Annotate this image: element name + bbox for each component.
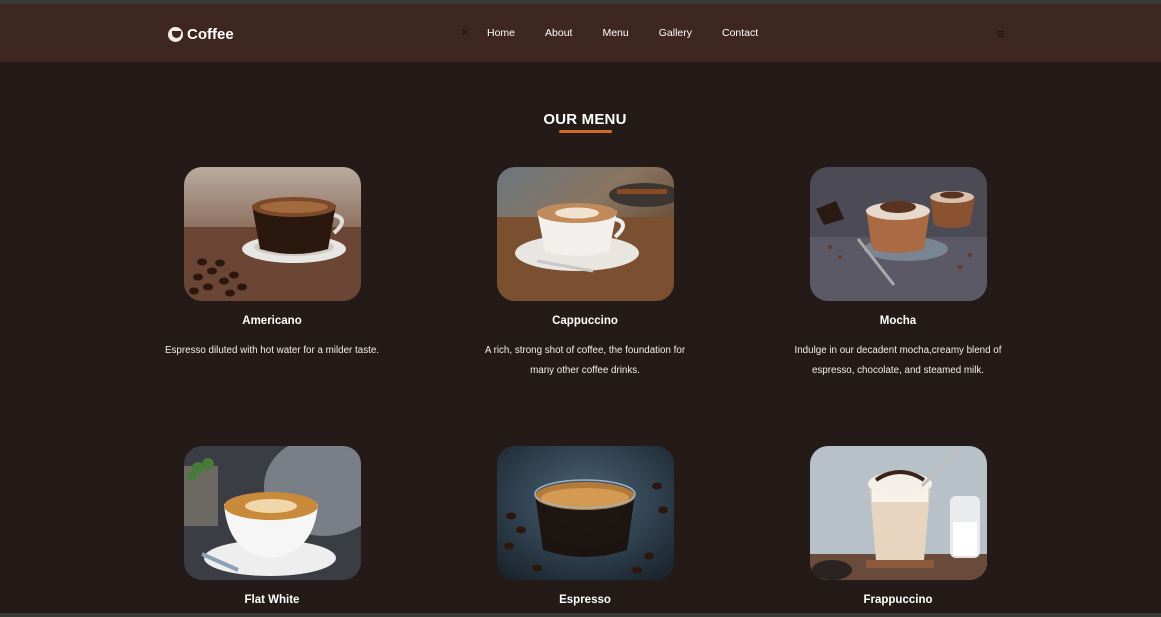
nav-link-about[interactable]: About — [545, 27, 572, 43]
menu-card-frappuccino[interactable]: Frappuccino — [778, 446, 1018, 606]
menu-card-espresso[interactable]: Espresso — [465, 446, 705, 606]
coffee-cup-icon — [168, 26, 183, 42]
menu-item-description: Indulge in our decadent mocha,creamy ble… — [794, 345, 1002, 376]
hamburger-menu-icon[interactable]: ≡ — [997, 26, 1005, 41]
menu-card-mocha[interactable]: Mocha Indulge in our decadent mocha,crea… — [778, 167, 1018, 380]
frappuccino-photo — [809, 446, 987, 580]
page: Coffee × Home About Menu Gallery Contact… — [0, 4, 1161, 613]
menu-item-name: Americano — [242, 315, 302, 327]
espresso-photo — [496, 446, 674, 580]
americano-photo — [183, 167, 361, 301]
menu-item-description: Espresso diluted with hot water for a mi… — [165, 345, 379, 356]
menu-item-name: Frappuccino — [863, 594, 933, 606]
nav-link-gallery[interactable]: Gallery — [659, 27, 692, 43]
menu-item-name: Espresso — [559, 594, 611, 606]
menu-card-flat-white[interactable]: Flat White — [152, 446, 392, 606]
menu-card-americano[interactable]: Americano Espresso diluted with hot wate… — [152, 167, 392, 361]
menu-item-name: Flat White — [244, 594, 300, 606]
nav-link-contact[interactable]: Contact — [722, 27, 758, 43]
brand-logo[interactable]: Coffee — [168, 23, 234, 45]
nav-link-home[interactable]: Home — [487, 27, 515, 43]
menu-card-cappuccino[interactable]: Cappuccino A rich, strong shot of coffee… — [465, 167, 705, 380]
cappuccino-photo — [496, 167, 674, 301]
menu-item-name: Mocha — [879, 315, 917, 327]
title-underline — [559, 130, 612, 133]
flat-white-photo — [183, 446, 361, 580]
close-icon[interactable]: × — [461, 25, 468, 39]
mocha-photo — [809, 167, 987, 301]
nav-links: Home About Menu Gallery Contact — [487, 27, 758, 43]
navbar: Coffee × Home About Menu Gallery Contact… — [0, 4, 1161, 62]
nav-link-menu[interactable]: Menu — [602, 27, 628, 43]
menu-item-name: Cappuccino — [552, 315, 618, 327]
section-title: OUR MENU — [543, 111, 627, 129]
brand-name: Coffee — [187, 25, 234, 43]
menu-item-description: A rich, strong shot of coffee, the found… — [484, 345, 686, 376]
